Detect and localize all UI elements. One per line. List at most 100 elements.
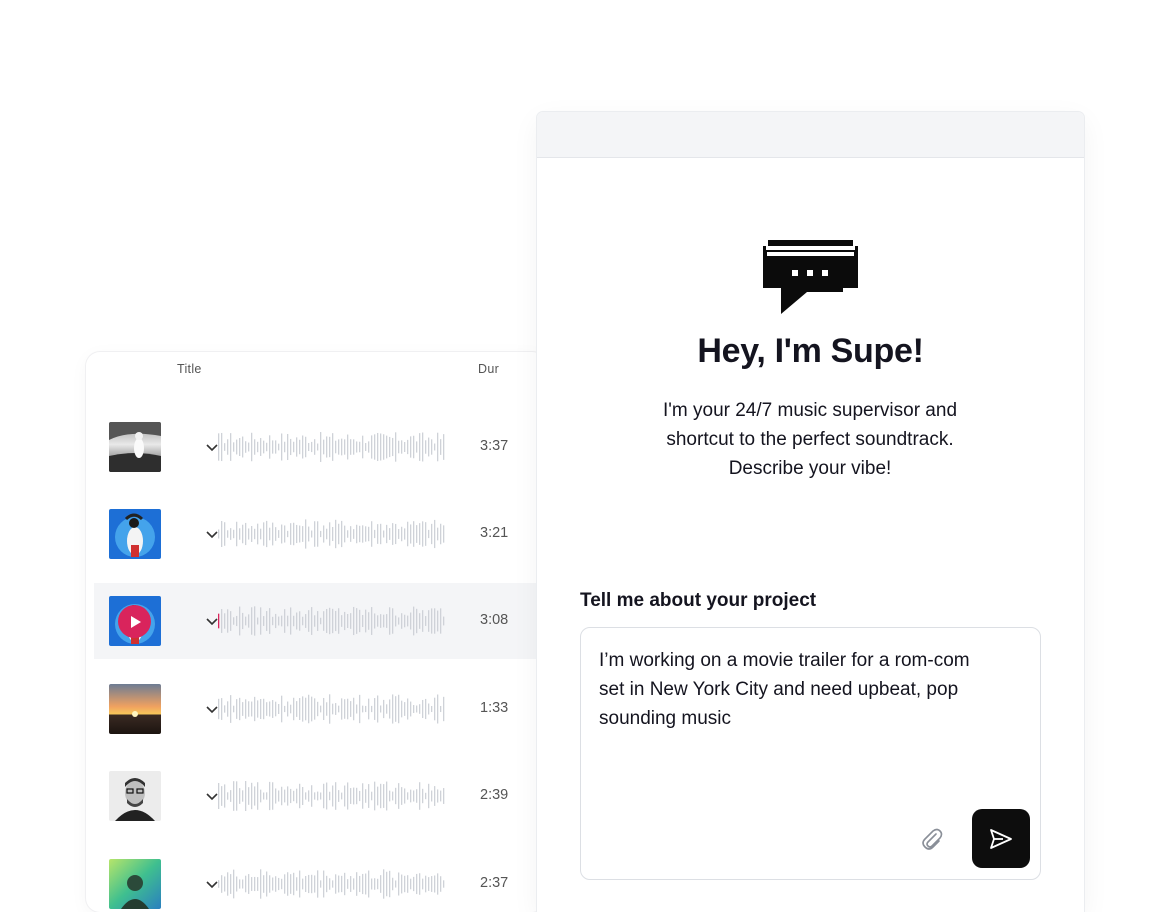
waveform-bar: [323, 439, 325, 455]
waveform-bar: [386, 871, 388, 897]
waveform-bar: [305, 519, 307, 549]
track-artwork[interactable]: [109, 859, 161, 909]
waveform-bar: [302, 616, 304, 626]
waveform-bar: [440, 876, 442, 892]
column-header-duration[interactable]: Dur: [478, 362, 499, 376]
waveform-bar: [284, 525, 286, 543]
waveform-bar: [431, 608, 433, 634]
chat-panel: Hey, I'm Supe! I'm your 24/7 music super…: [537, 112, 1084, 912]
waveform-bar: [365, 443, 367, 451]
track-artwork[interactable]: [109, 684, 161, 734]
waveform-bar: [221, 786, 223, 806]
waveform-bar: [305, 792, 307, 800]
waveform-bar: [347, 613, 349, 629]
waveform-bar: [440, 439, 442, 455]
waveform-bar: [251, 432, 253, 462]
track-list-panel: Title Dur 3:37 3:21 3:08 1:33 2:39 2:37: [86, 352, 546, 912]
waveform-bar: [380, 614, 382, 628]
waveform-bar: [284, 789, 286, 803]
waveform-bar: [422, 699, 424, 719]
column-header-title[interactable]: Title: [177, 362, 202, 376]
track-artwork[interactable]: [109, 596, 161, 646]
waveform-bar: [260, 438, 262, 456]
waveform-bar: [440, 705, 442, 713]
waveform-bar: [299, 698, 301, 720]
waveform[interactable]: [218, 778, 448, 814]
waveform-bar: [443, 616, 445, 626]
waveform-bar: [278, 616, 280, 626]
track-row-active[interactable]: 3:08: [94, 583, 546, 659]
waveform-bar: [248, 442, 250, 452]
track-duration: 3:08: [480, 612, 509, 628]
waveform[interactable]: [218, 516, 448, 552]
waveform-bar: [302, 526, 304, 542]
waveform-bar: [224, 876, 226, 892]
waveform-bar: [284, 441, 286, 453]
waveform-bar: [269, 875, 271, 893]
waveform-bar: [239, 437, 241, 457]
waveform-bar: [287, 433, 289, 461]
track-row[interactable]: 2:39: [94, 758, 546, 834]
send-button[interactable]: [972, 809, 1030, 868]
play-icon: [130, 615, 141, 628]
waveform-bar: [314, 792, 316, 800]
waveform-bar: [254, 439, 256, 455]
waveform-bar: [371, 878, 373, 890]
waveform-bar: [266, 702, 268, 716]
waveform-bar: [308, 442, 310, 452]
waveform-bar: [233, 529, 235, 539]
waveform-bar: [254, 696, 256, 722]
waveform-bar: [329, 522, 331, 546]
waveform[interactable]: [218, 691, 448, 727]
waveform-bar: [293, 441, 295, 453]
waveform-bar: [248, 787, 250, 805]
waveform-bar: [287, 872, 289, 896]
waveform-bar: [404, 702, 406, 716]
waveform-bar: [428, 783, 430, 809]
waveform-bar: [218, 433, 220, 461]
track-row[interactable]: 2:37: [94, 846, 546, 912]
waveform-bar: [368, 698, 370, 720]
play-button[interactable]: [118, 605, 151, 638]
track-row[interactable]: 3:21: [94, 496, 546, 572]
waveform-bar: [407, 875, 409, 893]
waveform-bar: [350, 876, 352, 892]
waveform[interactable]: [218, 429, 448, 465]
waveform-bar: [410, 701, 412, 717]
waveform-bar: [401, 874, 403, 894]
waveform-bar: [356, 524, 358, 544]
project-description-text[interactable]: I’m working on a movie trailer for a rom…: [599, 646, 999, 733]
track-row[interactable]: 1:33: [94, 671, 546, 747]
waveform-bar: [296, 701, 298, 717]
project-description-input[interactable]: I’m working on a movie trailer for a rom…: [580, 627, 1041, 880]
track-artwork[interactable]: [109, 509, 161, 559]
waveform-bar: [413, 876, 415, 892]
track-duration: 3:37: [480, 438, 509, 454]
waveform-bar: [272, 877, 274, 891]
paperclip-icon[interactable]: [919, 826, 945, 852]
waveform-bar: [392, 694, 394, 724]
track-artwork[interactable]: [109, 422, 161, 472]
waveform-bar: [368, 870, 370, 898]
waveform-bar: [251, 701, 253, 717]
waveform-bar: [326, 702, 328, 716]
track-duration: 2:37: [480, 875, 509, 891]
waveform-bar: [434, 608, 436, 634]
waveform-bar: [386, 781, 388, 811]
waveform-bar: [353, 439, 355, 455]
track-row[interactable]: 3:37: [94, 409, 546, 485]
waveform-bar: [251, 607, 253, 635]
waveform[interactable]: [218, 866, 448, 902]
waveform[interactable]: [218, 603, 448, 639]
waveform-bar: [359, 609, 361, 633]
waveform-bar: [281, 786, 283, 806]
waveform-bar: [395, 696, 397, 722]
waveform-bar: [437, 610, 439, 632]
waveform-bar: [224, 784, 226, 808]
waveform-bar: [365, 789, 367, 803]
waveform-bar: [263, 616, 265, 626]
waveform-bar: [362, 783, 364, 809]
track-artwork[interactable]: [109, 771, 161, 821]
waveform-bar: [236, 521, 238, 547]
waveform-bar: [395, 615, 397, 627]
